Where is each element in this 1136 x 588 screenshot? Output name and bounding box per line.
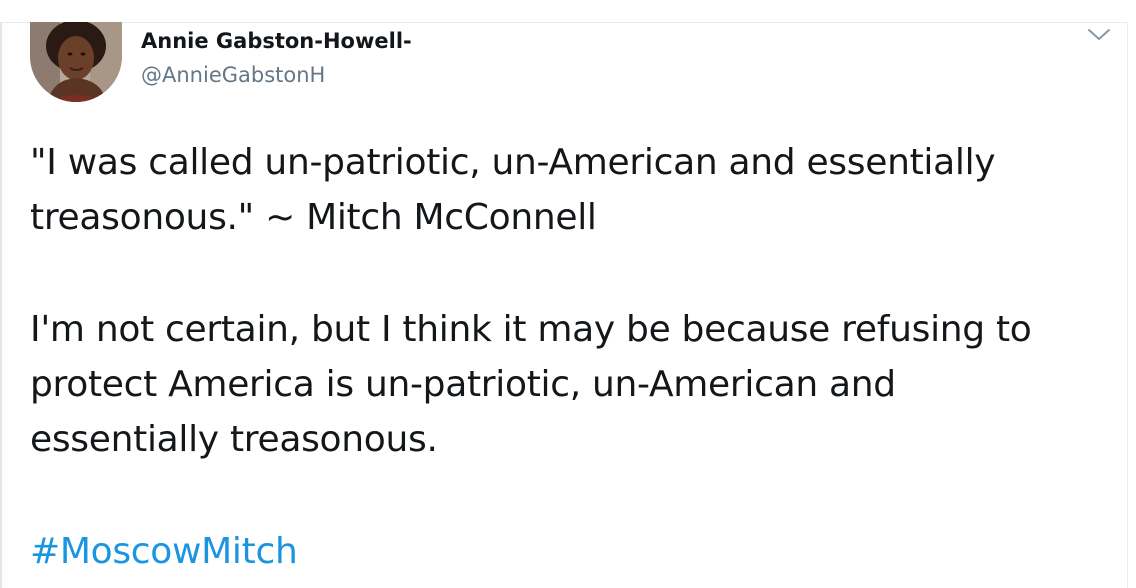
tweet-text-line: treasonous." ~ Mitch McConnell xyxy=(30,197,597,238)
avatar[interactable] xyxy=(30,22,122,102)
hashtag-link[interactable]: #MoscowMitch xyxy=(30,531,298,572)
author-handle[interactable]: @AnnieGabstonH xyxy=(141,62,325,88)
chevron-down-icon[interactable] xyxy=(1086,26,1112,44)
tweet-hashtag-line: #MoscowMitch xyxy=(30,524,1120,579)
author-display-name[interactable]: Annie Gabston-Howell- xyxy=(141,28,412,54)
left-edge-border xyxy=(0,22,2,588)
tweet-top-border xyxy=(0,22,1128,23)
tweet-text-line: "I was called un-patriotic, un-American … xyxy=(30,142,996,183)
tweet-right-border xyxy=(1127,22,1128,588)
tweet-text-line: essentially treasonous. xyxy=(30,419,438,460)
tweet-text-line: I'm not certain, but I think it may be b… xyxy=(30,309,1032,350)
tweet-text-line: protect America is un-patriotic, un-Amer… xyxy=(30,364,896,405)
tweet-text: "I was called un-patriotic, un-American … xyxy=(30,135,1120,579)
